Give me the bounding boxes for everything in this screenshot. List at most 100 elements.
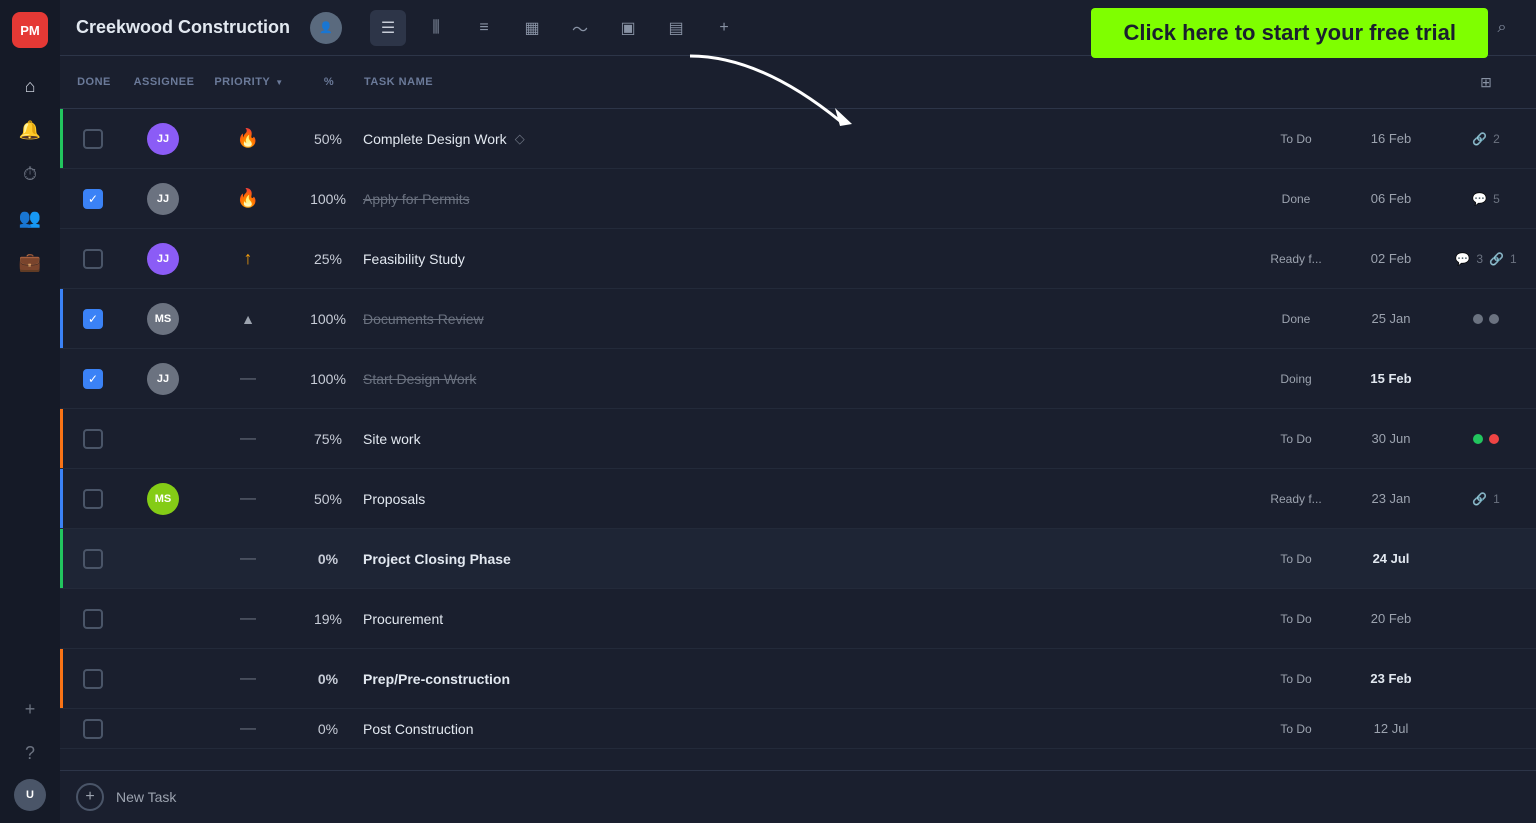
priority-icon: — — [240, 720, 256, 738]
task-status: To Do — [1280, 552, 1311, 566]
task-pct: 0% — [318, 721, 338, 737]
task-name[interactable]: Project Closing Phase — [363, 551, 511, 567]
task-checkbox[interactable] — [83, 129, 103, 149]
link-icon: 🔗 — [1472, 492, 1487, 506]
task-name[interactable]: Proposals — [363, 491, 425, 507]
task-name[interactable]: Prep/Pre-construction — [363, 671, 510, 687]
link-icon: 🔗 — [1489, 252, 1504, 266]
view-doc-button[interactable]: ▤ — [658, 10, 694, 46]
task-status: To Do — [1280, 612, 1311, 626]
columns-settings-button[interactable]: ⊞ — [1468, 64, 1504, 100]
task-status: Doing — [1280, 372, 1311, 386]
task-name[interactable]: Post Construction — [363, 721, 474, 737]
task-checkbox[interactable] — [83, 609, 103, 629]
assignee-avatar: MS — [147, 303, 179, 335]
col-header-done-label: DONE — [77, 76, 111, 88]
avatar[interactable]: U — [14, 779, 46, 811]
table-row: — 0% Prep/Pre-construction To Do 23 Feb — [60, 649, 1536, 709]
col-header-extra: ⊞ — [1436, 64, 1536, 100]
task-checkbox[interactable] — [83, 429, 103, 449]
comment-count: 3 — [1476, 252, 1483, 266]
table-row: MS ▲ 100% Documents Review Done 25 Jan — [60, 289, 1536, 349]
task-pct: 50% — [314, 131, 342, 147]
comment-count: 5 — [1493, 192, 1500, 206]
task-checkbox[interactable] — [83, 549, 103, 569]
task-pct: 50% — [314, 491, 342, 507]
priority-icon: — — [240, 490, 256, 508]
col-header-assignee: ASSIGNEE — [124, 76, 204, 88]
sidebar-item-people[interactable]: 👥 — [12, 200, 48, 236]
table-row: — 75% Site work To Do 30 Jun — [60, 409, 1536, 469]
task-checkbox[interactable] — [83, 719, 103, 739]
priority-icon: 🔥 — [237, 128, 259, 149]
col-header-priority: PRIORITY ▼ — [204, 76, 294, 88]
task-name[interactable]: Site work — [363, 431, 421, 447]
priority-icon: — — [240, 370, 256, 388]
priority-icon: — — [240, 550, 256, 568]
link-count: 2 — [1493, 132, 1500, 146]
assignee-avatar: JJ — [147, 363, 179, 395]
priority-icon: 🔥 — [237, 188, 259, 209]
view-list-button[interactable]: ☰ — [370, 10, 406, 46]
task-date: 24 Jul — [1373, 551, 1410, 566]
task-checkbox[interactable] — [83, 309, 103, 329]
task-pct: 100% — [310, 191, 346, 207]
table-row: — 0% Project Closing Phase To Do 24 Jul — [60, 529, 1536, 589]
col-header-priority-label: PRIORITY ▼ — [214, 76, 283, 88]
new-task-label: New Task — [116, 789, 176, 805]
view-chart-button[interactable]: 〜 — [562, 10, 598, 46]
priority-icon: — — [240, 610, 256, 628]
sidebar-item-time[interactable]: ⏱ — [12, 156, 48, 192]
view-calendar-button[interactable]: ▣ — [610, 10, 646, 46]
task-date: 12 Jul — [1374, 721, 1409, 736]
priority-icon: — — [240, 670, 256, 688]
task-checkbox[interactable] — [83, 489, 103, 509]
comment-icon: 💬 — [1472, 192, 1487, 206]
cta-banner[interactable]: Click here to start your free trial — [1091, 8, 1488, 58]
task-link-icon: ◇ — [515, 131, 525, 147]
view-gantt-button[interactable]: ⫼ — [418, 10, 454, 46]
priority-sort-icon: ▼ — [275, 78, 283, 87]
task-name[interactable]: Documents Review — [363, 311, 484, 327]
task-pct: 75% — [314, 431, 342, 447]
task-pct: 0% — [318, 551, 338, 567]
task-name[interactable]: Feasibility Study — [363, 251, 465, 267]
add-task-button[interactable]: + — [76, 783, 104, 811]
view-align-button[interactable]: ≡ — [466, 10, 502, 46]
task-checkbox[interactable] — [83, 249, 103, 269]
comment-icon: 💬 — [1455, 252, 1470, 266]
sidebar-item-work[interactable]: 💼 — [12, 244, 48, 280]
task-extras: 🔗 2 — [1472, 132, 1500, 146]
table-row: MS — 50% Proposals Ready f... 23 Jan 🔗 1 — [60, 469, 1536, 529]
col-header-pct: % — [294, 76, 364, 88]
col-header-done: DONE — [64, 76, 124, 88]
project-title: Creekwood Construction — [76, 17, 290, 38]
task-checkbox[interactable] — [83, 369, 103, 389]
table-row: — 19% Procurement To Do 20 Feb — [60, 589, 1536, 649]
sidebar-item-home[interactable]: ⌂ — [12, 68, 48, 104]
task-name[interactable]: Complete Design Work — [363, 131, 507, 147]
task-date: 06 Feb — [1371, 191, 1411, 206]
sidebar-item-notifications[interactable]: 🔔 — [12, 112, 48, 148]
sidebar-item-add[interactable]: + — [12, 691, 48, 727]
assignee-avatar: JJ — [147, 183, 179, 215]
view-board-button[interactable]: ▦ — [514, 10, 550, 46]
link-icon: 🔗 — [1472, 132, 1487, 146]
task-pct: 25% — [314, 251, 342, 267]
task-checkbox[interactable] — [83, 669, 103, 689]
search-button[interactable]: ⌕ — [1484, 10, 1520, 46]
task-status: Ready f... — [1270, 252, 1321, 266]
sidebar-item-help[interactable]: ? — [12, 735, 48, 771]
table-row: JJ — 100% Start Design Work Doing 15 Feb — [60, 349, 1536, 409]
task-checkbox[interactable] — [83, 189, 103, 209]
task-name[interactable]: Start Design Work — [363, 371, 476, 387]
app-logo[interactable]: PM — [12, 12, 48, 48]
task-name[interactable]: Apply for Permits — [363, 191, 470, 207]
task-status: To Do — [1280, 722, 1311, 736]
task-date: 25 Jan — [1371, 311, 1410, 326]
add-view-button[interactable]: + — [706, 10, 742, 46]
task-extras: 🔗 1 — [1472, 492, 1500, 506]
priority-icon: — — [240, 430, 256, 448]
task-name[interactable]: Procurement — [363, 611, 443, 627]
col-header-name-label: TASK NAME — [364, 76, 433, 88]
